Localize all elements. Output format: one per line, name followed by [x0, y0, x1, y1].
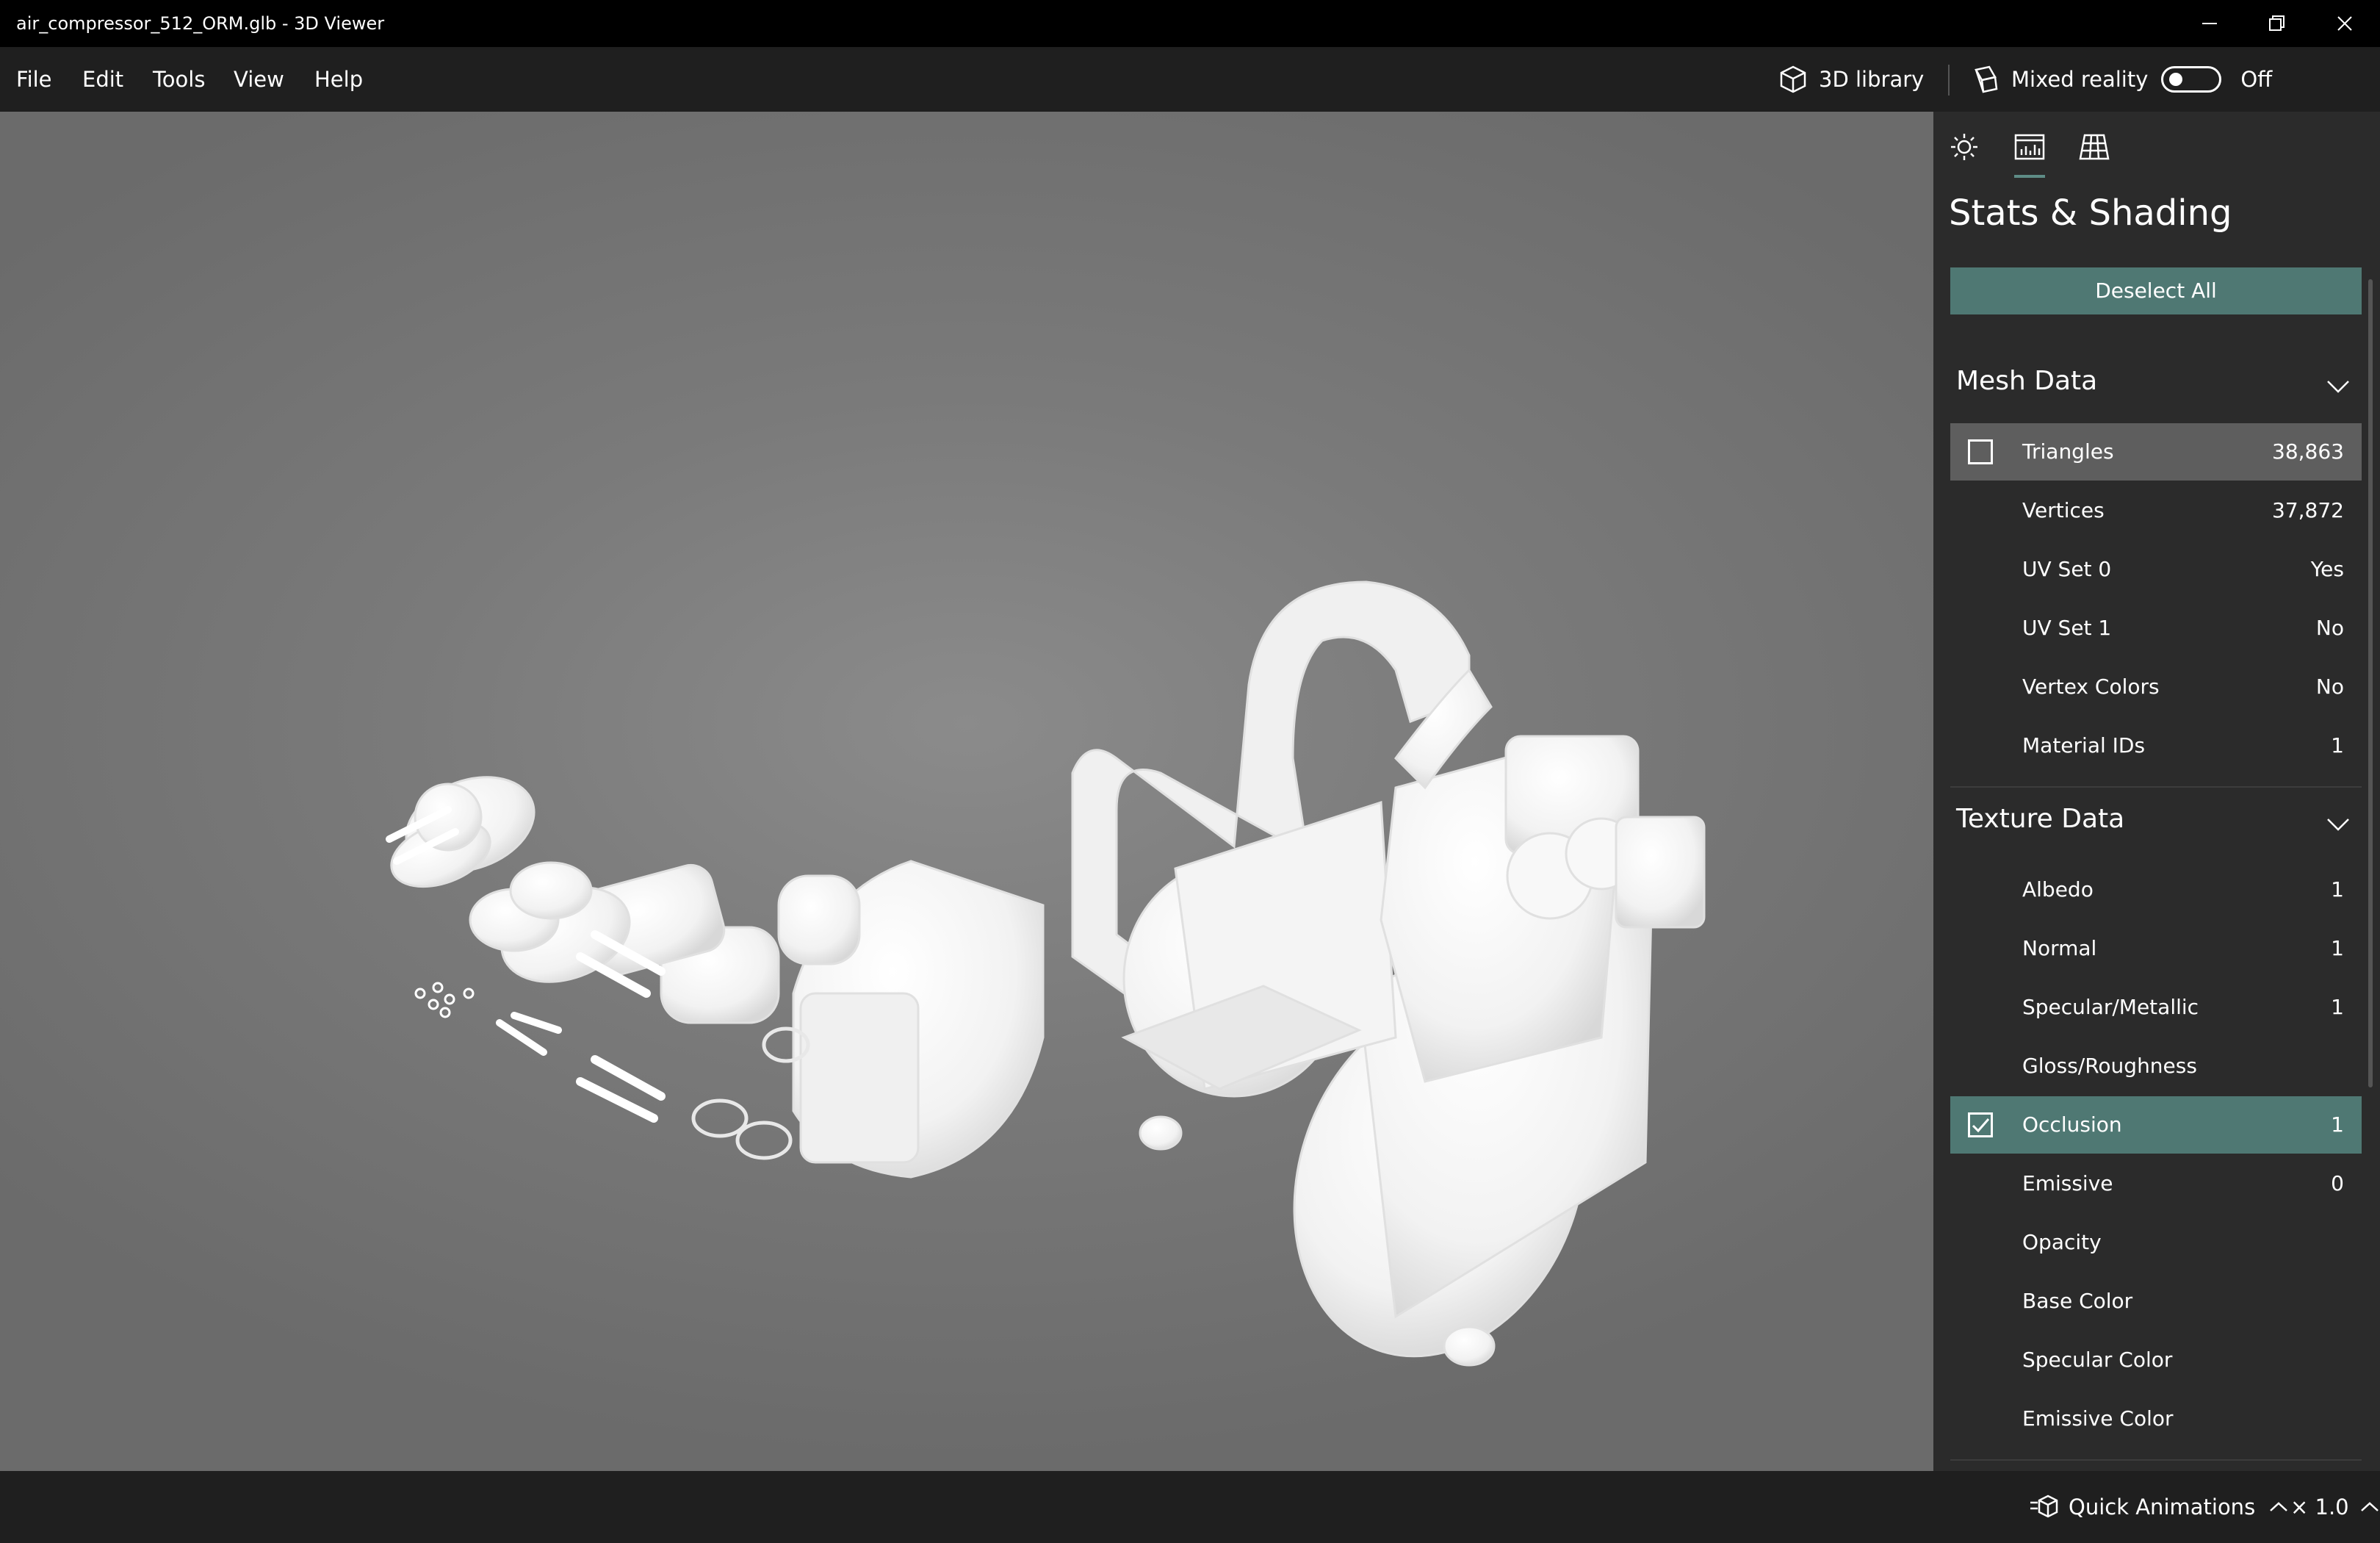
mesh-data-header[interactable]: Mesh Data	[1956, 366, 2097, 396]
section-divider	[1950, 786, 2362, 788]
mixed-reality-label: Mixed reality	[2011, 67, 2149, 92]
row-value: 1	[2331, 877, 2344, 902]
checkmark-icon	[1972, 1118, 1990, 1133]
texture-row-emissive: Emissive 0	[1950, 1155, 2362, 1212]
row-value: 1	[2331, 936, 2344, 960]
row-label: Occlusion	[2022, 1112, 2122, 1137]
row-label: Material IDs	[2022, 733, 2146, 758]
close-button[interactable]	[2311, 0, 2379, 47]
grid-icon	[2079, 134, 2110, 160]
texture-row-albedo: Albedo 1	[1950, 861, 2362, 918]
row-label: Specular Color	[2022, 1348, 2173, 1372]
texture-row-specular-color: Specular Color	[1950, 1331, 2362, 1389]
menu-edit[interactable]: Edit	[82, 47, 123, 112]
mixed-reality-control: Mixed reality Off	[1970, 47, 2272, 112]
menu-help[interactable]: Help	[314, 47, 363, 112]
mesh-row-material-ids: Material IDs 1	[1950, 717, 2362, 774]
row-value: 0	[2331, 1171, 2344, 1195]
texture-data-header[interactable]: Texture Data	[1956, 804, 2124, 834]
chevron-up-icon	[2270, 1502, 2288, 1511]
panel-scrollbar[interactable]	[2368, 279, 2373, 1087]
menu-view[interactable]: View	[234, 47, 284, 112]
row-label: Vertices	[2022, 498, 2105, 522]
minimize-button[interactable]	[2176, 0, 2243, 47]
3d-library-label: 3D library	[1819, 67, 1925, 92]
row-value: No	[2315, 616, 2344, 640]
texture-row-occlusion[interactable]: Occlusion 1	[1950, 1096, 2362, 1154]
mesh-row-uv-set-0: UV Set 0 Yes	[1950, 541, 2362, 598]
chevron-up-icon	[2360, 1502, 2379, 1511]
row-label: Triangles	[2022, 439, 2114, 464]
mesh-row-uv-set-1: UV Set 1 No	[1950, 600, 2362, 657]
stats-icon	[2014, 134, 2045, 160]
row-label: Specular/Metallic	[2022, 995, 2199, 1019]
row-value: 1	[2331, 1112, 2344, 1137]
row-label: UV Set 1	[2022, 616, 2112, 640]
mesh-row-triangles[interactable]: Triangles 38,863	[1950, 423, 2362, 481]
menu-file[interactable]: File	[16, 47, 52, 112]
row-label: Vertex Colors	[2022, 675, 2160, 699]
toolbar-divider	[1948, 65, 1950, 96]
checkbox-occlusion[interactable]	[1968, 1112, 1993, 1137]
texture-row-base-color: Base Color	[1950, 1273, 2362, 1330]
mesh-row-vertex-colors: Vertex Colors No	[1950, 658, 2362, 716]
playback-speed-label: × 1.0	[2290, 1495, 2349, 1519]
deselect-all-button[interactable]: Deselect All	[1950, 267, 2362, 314]
stats-tab[interactable]	[2013, 131, 2046, 163]
row-label: Gloss/Roughness	[2022, 1054, 2197, 1078]
chevron-down-icon[interactable]	[2326, 817, 2351, 832]
3d-library-button[interactable]: 3D library	[1778, 47, 1924, 112]
texture-row-normal: Normal 1	[1950, 920, 2362, 977]
active-tab-indicator	[2014, 175, 2045, 178]
texture-row-specular-metallic: Specular/Metallic 1	[1950, 979, 2362, 1036]
row-value: 37,872	[2272, 498, 2344, 522]
row-label: Emissive Color	[2022, 1406, 2174, 1431]
mesh-row-vertices: Vertices 37,872	[1950, 482, 2362, 539]
restore-icon	[2269, 15, 2285, 31]
title-bar: air_compressor_512_ORM.glb - 3D Viewer	[0, 0, 2380, 47]
air-compressor-model	[386, 580, 1706, 1367]
row-value: 1	[2331, 995, 2344, 1019]
row-label: Normal	[2022, 936, 2097, 960]
row-label: Base Color	[2022, 1289, 2133, 1313]
sun-icon	[1951, 134, 1977, 160]
mixed-reality-icon	[1975, 65, 1998, 93]
texture-row-opacity: Opacity	[1950, 1214, 2362, 1271]
row-value: 38,863	[2272, 439, 2344, 464]
minimize-icon	[2202, 23, 2217, 24]
section-divider	[1950, 1459, 2362, 1461]
quick-animations-label: Quick Animations	[2069, 1495, 2256, 1519]
texture-row-emissive-color: Emissive Color	[1950, 1390, 2362, 1447]
row-label: Emissive	[2022, 1171, 2113, 1195]
row-label: Albedo	[2022, 877, 2094, 902]
lighting-tab[interactable]	[1948, 131, 1980, 163]
animation-cube-icon	[2030, 1495, 2058, 1518]
playback-speed-button[interactable]: × 1.0	[2290, 1471, 2380, 1543]
close-icon	[2337, 16, 2352, 31]
row-label: Opacity	[2022, 1230, 2102, 1254]
mixed-reality-toggle[interactable]	[2161, 66, 2222, 93]
toggle-knob	[2169, 73, 2183, 86]
panel-title: Stats & Shading	[1949, 193, 2232, 234]
window-title: air_compressor_512_ORM.glb - 3D Viewer	[16, 13, 385, 34]
row-value: No	[2315, 675, 2344, 699]
row-value: 1	[2331, 733, 2344, 758]
restore-button[interactable]	[2243, 0, 2311, 47]
chevron-down-icon[interactable]	[2326, 379, 2351, 394]
row-label: UV Set 0	[2022, 557, 2112, 581]
grid-tab[interactable]	[2078, 131, 2110, 163]
3d-viewport[interactable]	[0, 112, 1933, 1471]
checkbox-triangles[interactable]	[1968, 439, 1993, 464]
menu-tools[interactable]: Tools	[153, 47, 205, 112]
bottom-bar	[0, 1471, 2380, 1543]
row-value: Yes	[2310, 557, 2344, 581]
texture-row-gloss-roughness: Gloss/Roughness	[1950, 1037, 2362, 1095]
quick-animations-button[interactable]: Quick Animations	[2029, 1471, 2289, 1543]
mixed-reality-state: Off	[2240, 67, 2273, 92]
cube-icon	[1780, 65, 1806, 93]
